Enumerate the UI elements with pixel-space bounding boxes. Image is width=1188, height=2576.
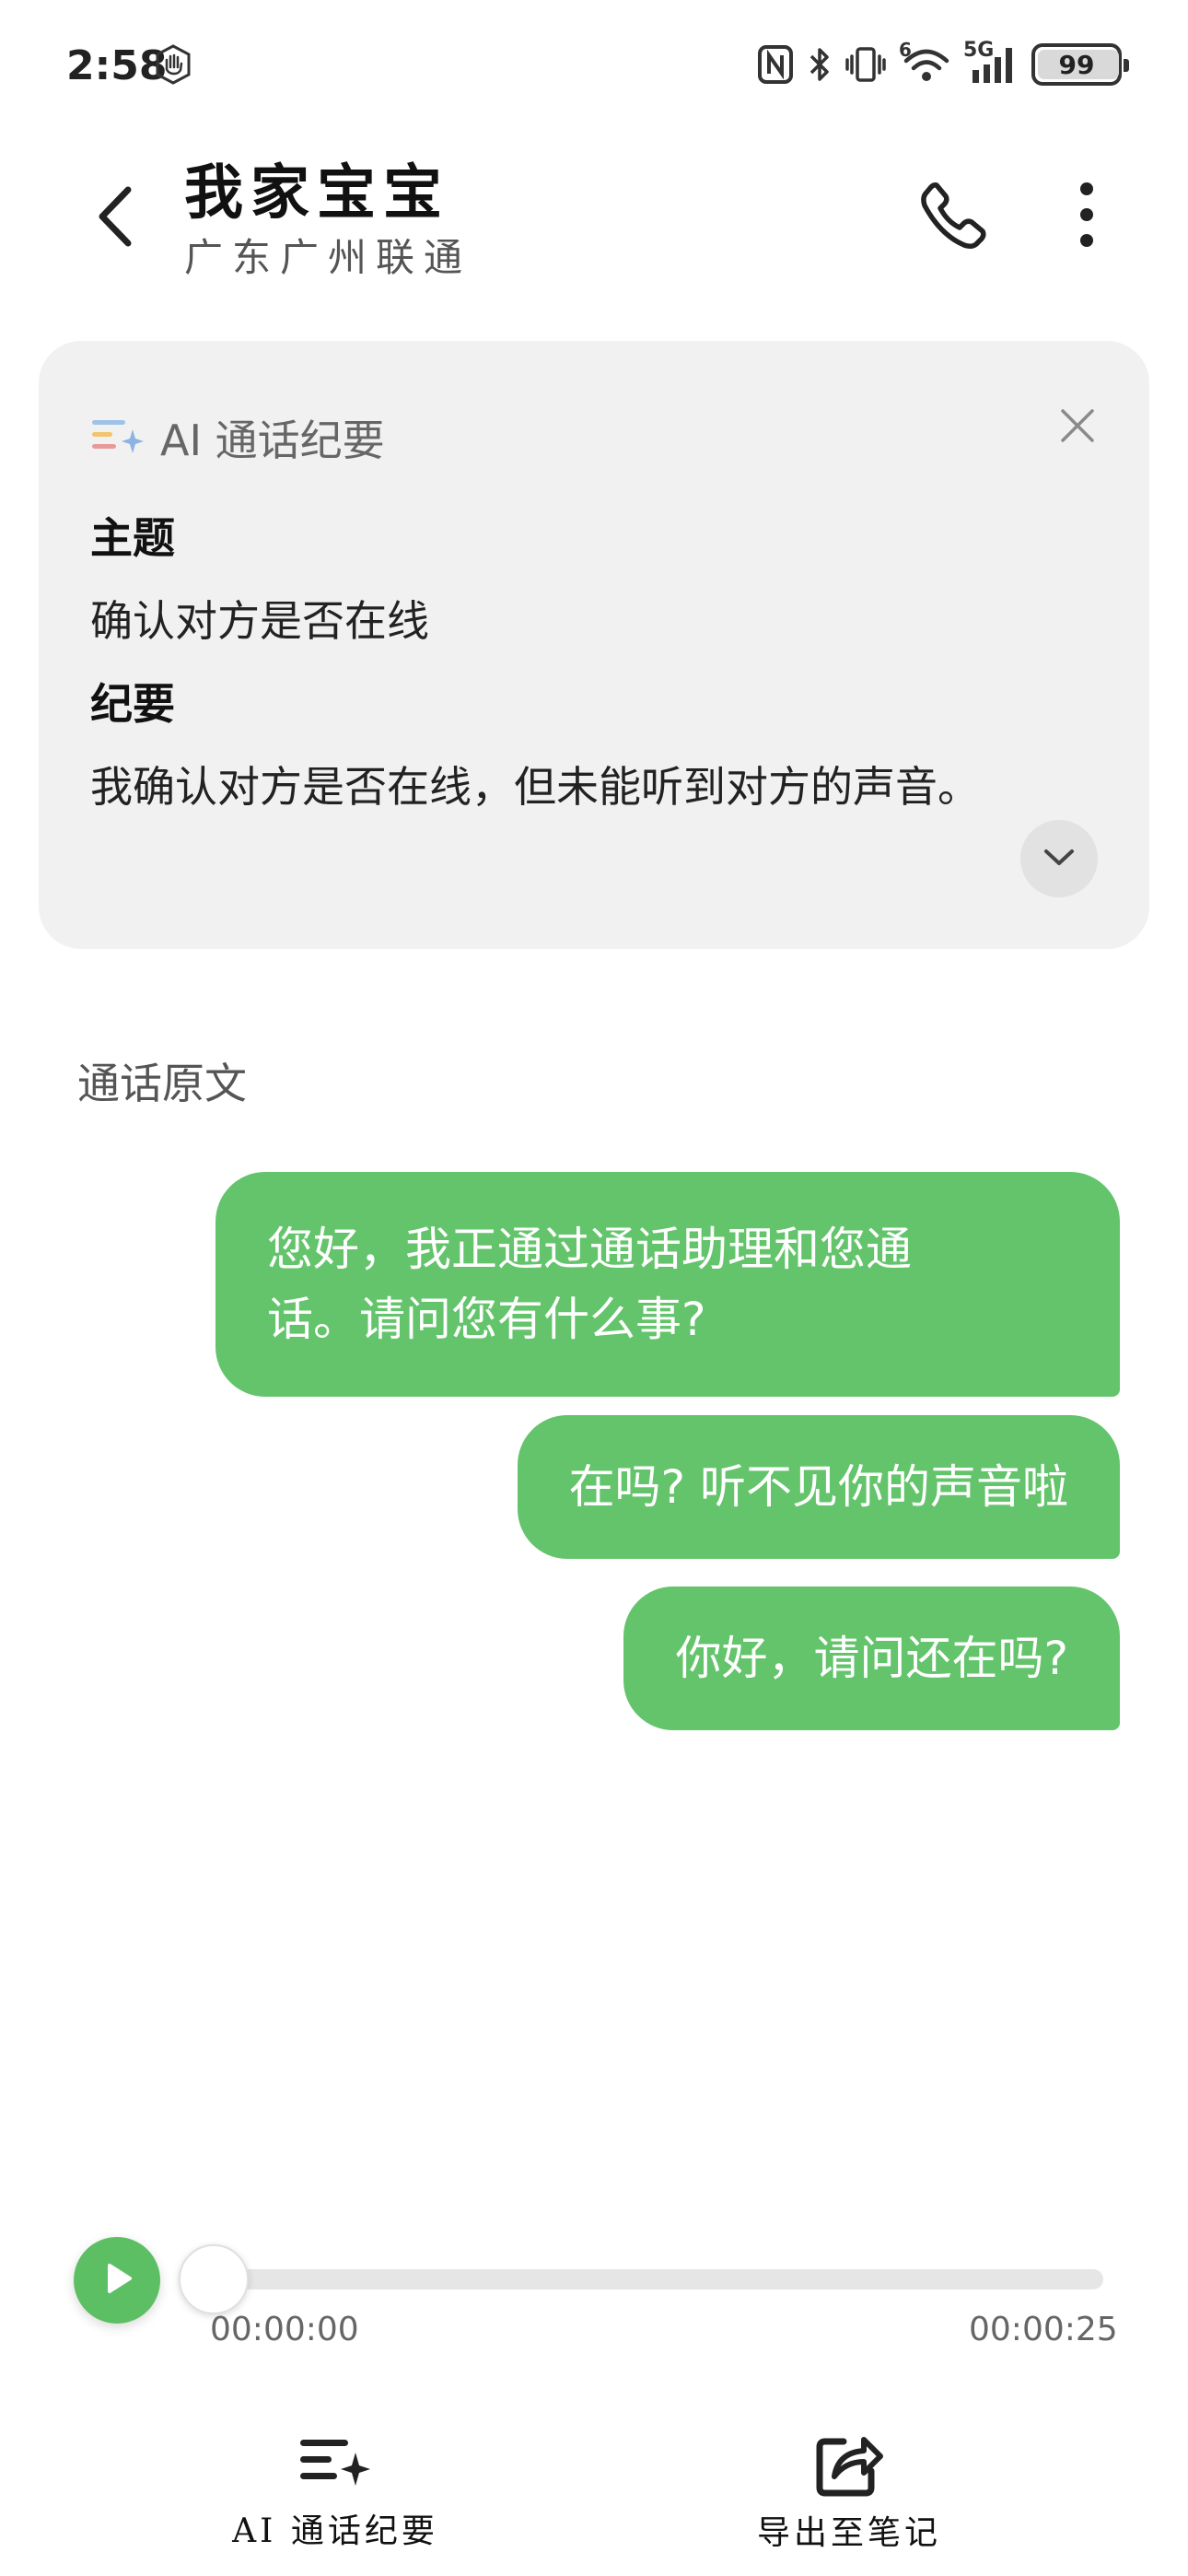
ai-summary-icon (298, 2432, 372, 2495)
back-arrow-icon (95, 184, 135, 252)
summary-title: AI 通话纪要 (160, 416, 385, 465)
message-text: 你好，请问还在吗? (675, 1632, 1068, 1685)
status-bar: 2:58 6 5G 99 (0, 0, 1188, 138)
message-bubble: 您好，我正通过通话助理和您通 话。请问您有什么事? (215, 1172, 1120, 1397)
hand-icon (153, 44, 193, 85)
summary-header: AI 通话纪要 (90, 407, 385, 468)
topic-text: 确认对方是否在线 (90, 596, 429, 646)
more-vertical-icon (1077, 180, 1096, 253)
notes-label: 纪要 (90, 679, 175, 729)
ai-summary-action-label: AI 通话纪要 (232, 2512, 438, 2550)
vibrate-icon (845, 44, 886, 85)
message-bubble: 在吗? 听不见你的声音啦 (517, 1415, 1120, 1559)
back-button[interactable] (83, 177, 147, 260)
transcript-title: 通话原文 (77, 1059, 247, 1108)
contact-header: 我家宝宝 广东广州联通 (0, 138, 1188, 304)
nfc-icon (757, 44, 794, 85)
ai-sparkle-icon (90, 415, 146, 461)
battery-icon: 99 (1031, 43, 1129, 86)
ai-summary-action-button[interactable]: AI 通话纪要 (215, 2432, 455, 2552)
export-to-notes-button[interactable]: 导出至笔记 (729, 2432, 969, 2552)
progress-thumb[interactable] (179, 2244, 249, 2314)
message-text: 您好，我正通过通话助理和您通 (267, 1223, 912, 1276)
play-icon (99, 2260, 135, 2301)
message-text: 话。请问您有什么事? (267, 1293, 706, 1346)
export-share-icon (812, 2432, 886, 2497)
export-to-notes-label: 导出至笔记 (756, 2514, 941, 2552)
call-summary-page: 2:58 6 5G 99 我家宝宝 广东广州联通 AI 通话纪要 主题 确认对方… (0, 0, 1188, 2576)
more-options-button[interactable] (1059, 175, 1114, 258)
contact-location: 广东广州联通 (184, 235, 472, 280)
message-text: 在吗? 听不见你的声音啦 (568, 1460, 1068, 1514)
call-button[interactable] (912, 175, 995, 258)
progress-track[interactable] (212, 2269, 1103, 2289)
summary-close-button[interactable] (1050, 400, 1105, 455)
contact-name: 我家宝宝 (184, 158, 449, 228)
topic-label: 主题 (90, 513, 175, 563)
total-time: 00:00:25 (969, 2311, 1118, 2348)
wifi-icon: 6 (899, 39, 950, 85)
play-button[interactable] (74, 2237, 160, 2324)
phone-icon (918, 180, 988, 253)
status-icons: 6 5G 99 (757, 39, 1129, 88)
signal-icon: 5G (963, 39, 1019, 85)
battery-tip (1124, 59, 1129, 72)
expand-summary-button[interactable] (1020, 820, 1098, 897)
message-bubble: 你好，请问还在吗? (623, 1587, 1120, 1730)
bluetooth-icon (807, 44, 833, 85)
battery-level: 99 (1058, 49, 1095, 80)
chevron-down-icon (1042, 846, 1076, 872)
ai-summary-card: AI 通话纪要 主题 确认对方是否在线 纪要 我确认对方是否在线，但未能听到对方… (39, 341, 1149, 949)
current-time: 00:00:00 (210, 2311, 359, 2348)
notes-text: 我确认对方是否在线，但未能听到对方的声音。 (90, 762, 980, 812)
close-icon (1059, 407, 1096, 448)
